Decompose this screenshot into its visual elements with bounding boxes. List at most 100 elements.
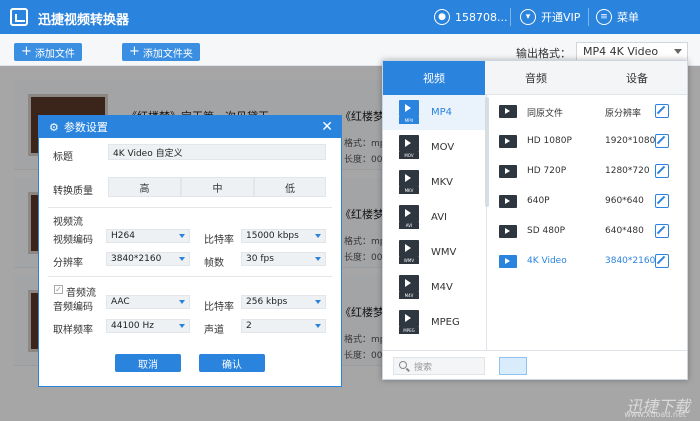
add-folder-label: 添加文件夹 <box>142 48 193 60</box>
quality-label: 转换质量 <box>53 186 93 197</box>
quality-low[interactable]: 低 <box>254 177 326 197</box>
edit-icon[interactable] <box>655 254 669 268</box>
audio-stream-checkbox[interactable]: ✓ <box>54 285 63 294</box>
video-file-icon: MOV <box>399 135 419 161</box>
divider <box>510 8 511 26</box>
format-name: AVI <box>431 212 447 223</box>
preset-original[interactable]: 同原文件 原分辨率 <box>499 97 679 127</box>
search-input[interactable]: 搜索 <box>393 357 485 375</box>
preset-name: 同原文件 <box>527 109 564 119</box>
tab-audio[interactable]: 音频 <box>485 61 587 95</box>
preset-name: SD 480P <box>527 226 566 236</box>
format-item-mkv[interactable]: MKV MKV <box>383 165 486 200</box>
watermark-url: www.xdoad.net <box>624 410 686 419</box>
menu-label: 菜单 <box>617 11 639 24</box>
format-item-mp4[interactable]: MP4 MP4 <box>383 95 486 130</box>
preset-resolution: 1920*1080 <box>605 136 656 146</box>
format-name: MKV <box>431 177 454 188</box>
video-codec-select[interactable]: H264 <box>106 229 190 243</box>
video-icon <box>499 105 517 118</box>
preset-640p[interactable]: 640P 960*640 <box>499 187 679 217</box>
video-icon <box>499 255 517 268</box>
output-format-select[interactable]: MP4 4K Video <box>576 42 688 61</box>
add-file-button[interactable]: + 添加文件 <box>14 43 82 61</box>
format-list-scrollbar[interactable] <box>485 97 489 207</box>
channel-select[interactable]: 2 <box>241 319 326 333</box>
preset-480p[interactable]: SD 480P 640*480 <box>499 217 679 247</box>
search-icon <box>399 361 407 369</box>
add-folder-button[interactable]: + 添加文件夹 <box>122 43 200 61</box>
preset-name: 640P <box>527 196 550 206</box>
confirm-button[interactable]: 确认 <box>199 354 265 372</box>
title-input[interactable]: 4K Video 自定义 <box>108 144 326 160</box>
samplerate-select[interactable]: 44100 Hz <box>106 319 190 333</box>
format-name: WMV <box>431 247 457 258</box>
preset-name: 4K Video <box>527 256 567 266</box>
video-bitrate-label: 比特率 <box>204 235 234 246</box>
audio-bitrate-select[interactable]: 256 kbps <box>241 295 326 309</box>
video-stream-heading: 视频流 <box>53 217 83 228</box>
video-icon <box>499 225 517 238</box>
format-name: MP4 <box>431 107 453 118</box>
close-icon[interactable]: ✕ <box>321 119 333 135</box>
audio-codec-select[interactable]: AAC <box>106 295 190 309</box>
preset-resolution: 1280*720 <box>605 166 650 176</box>
edit-icon[interactable] <box>655 134 669 148</box>
user-label: 158708... <box>455 10 508 24</box>
format-item-avi[interactable]: AVI AVI <box>383 200 486 235</box>
video-file-icon: MKV <box>399 170 419 196</box>
audio-bitrate-label: 比特率 <box>204 302 234 313</box>
format-panel: 视频 音频 设备 MP4 MP4 MOV MOV MKV MKV AVI AVI… <box>382 60 688 380</box>
divider <box>48 276 332 277</box>
audio-stream-heading: 音频流 <box>66 288 96 299</box>
gear-icon: ⚙ <box>49 120 59 134</box>
app-logo-icon <box>10 8 28 26</box>
format-item-m4v[interactable]: M4V M4V <box>383 270 486 305</box>
samplerate-value: 44100 Hz <box>111 321 154 331</box>
divider <box>588 8 589 26</box>
tab-video[interactable]: 视频 <box>383 61 485 95</box>
dialog-header: ⚙ 参数设置 ✕ <box>39 116 341 138</box>
cart-icon: ▾ <box>520 9 536 25</box>
edit-icon[interactable] <box>655 194 669 208</box>
fps-select[interactable]: 30 fps <box>241 252 326 266</box>
edit-icon[interactable] <box>655 224 669 238</box>
format-list: MP4 MP4 MOV MOV MKV MKV AVI AVI WMV WMV … <box>383 95 487 350</box>
menu-button[interactable]: ≡ 菜单 <box>596 9 639 25</box>
format-item-wmv[interactable]: WMV WMV <box>383 235 486 270</box>
samplerate-label: 取样频率 <box>53 325 93 336</box>
quality-high[interactable]: 高 <box>108 177 181 197</box>
chevron-down-icon <box>179 300 185 304</box>
app-title: 迅捷视频转换器 <box>38 13 130 28</box>
video-file-icon: MP4 <box>399 100 419 126</box>
edit-icon[interactable] <box>655 104 669 118</box>
divider <box>48 207 332 208</box>
tab-device[interactable]: 设备 <box>587 61 687 95</box>
preset-720p[interactable]: HD 720P 1280*720 <box>499 157 679 187</box>
video-file-icon: WMV <box>399 240 419 266</box>
user-account[interactable]: ● 158708... <box>434 9 507 25</box>
format-tabs: 视频 音频 设备 <box>383 61 687 95</box>
plus-icon: + <box>129 44 140 59</box>
quality-medium[interactable]: 中 <box>181 177 254 197</box>
format-name: M4V <box>431 282 453 293</box>
add-preset-button[interactable] <box>499 357 527 375</box>
chevron-down-icon <box>315 300 321 304</box>
vip-button[interactable]: ▾ 开通VIP <box>520 9 580 25</box>
preset-4k[interactable]: 4K Video 3840*2160 <box>499 247 679 277</box>
resolution-value: 3840*2160 <box>111 254 162 264</box>
channel-label: 声道 <box>204 325 224 336</box>
format-item-mov[interactable]: MOV MOV <box>383 130 486 165</box>
dialog-title: 参数设置 <box>63 121 108 134</box>
fps-value: 30 fps <box>246 254 274 264</box>
cancel-button[interactable]: 取消 <box>115 354 181 372</box>
video-bitrate-select[interactable]: 15000 kbps <box>241 229 326 243</box>
resolution-select[interactable]: 3840*2160 <box>106 252 190 266</box>
audio-codec-value: AAC <box>111 297 130 307</box>
video-file-icon: AVI <box>399 205 419 231</box>
edit-icon[interactable] <box>655 164 669 178</box>
video-file-icon: MPEG <box>399 310 419 336</box>
preset-name: HD 1080P <box>527 136 572 146</box>
format-item-mpeg[interactable]: MPEG MPEG <box>383 305 486 340</box>
preset-1080p[interactable]: HD 1080P 1920*1080 <box>499 127 679 157</box>
